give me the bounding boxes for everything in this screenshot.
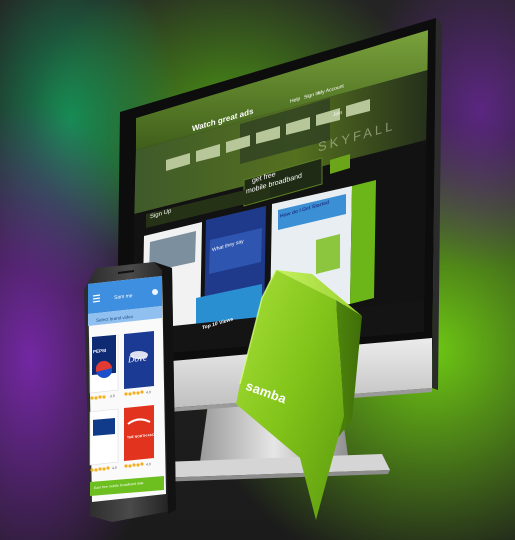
promo-stage: Watch great ads Help Sign In My Account …: [0, 0, 515, 540]
samba-pin-logo: [236, 269, 362, 520]
